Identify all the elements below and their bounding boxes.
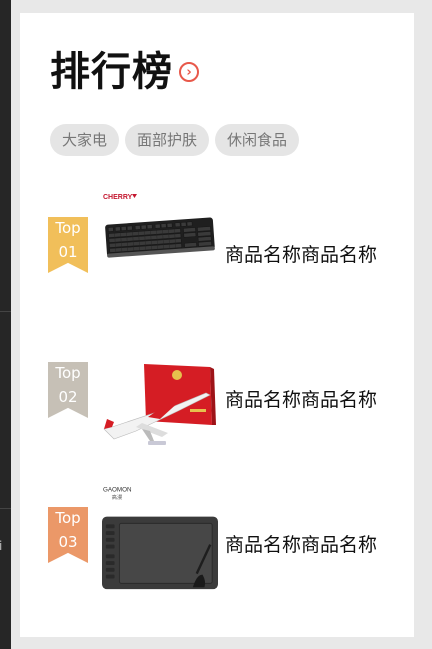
brand-logo: CHERRY — [103, 194, 133, 201]
ranking-header: 排行榜 › — [50, 50, 199, 94]
category-tab-skincare[interactable]: 面部护肤 — [125, 124, 210, 156]
ranking-item[interactable]: Top 03 GAOMON 高漫 商品名称商品名称 — [20, 473, 414, 590]
product-name[interactable]: 商品名称商品名称 — [225, 242, 377, 268]
rank-number: 02 — [58, 388, 78, 406]
ranking-card: 排行榜 › 大家电 面部护肤 休闲食品 Top 01 CHERRY 商品名称商品… — [20, 13, 414, 637]
rank-ribbon: Top 02 — [48, 362, 88, 418]
page-title: 排行榜 — [50, 49, 173, 95]
brand-logo: GAOMON — [103, 487, 132, 494]
product-name[interactable]: 商品名称商品名称 — [225, 387, 377, 413]
rank-number: 03 — [58, 533, 78, 551]
rank-ribbon: Top 03 — [48, 507, 88, 563]
ranking-item[interactable]: Top 02 商品名称商品名称 — [20, 351, 414, 451]
rank-ribbon: Top 01 — [48, 217, 88, 273]
drawing-tablet-product-image[interactable]: GAOMON 高漫 — [102, 479, 218, 591]
brand-logo: 高漫 — [112, 493, 123, 501]
divider — [0, 508, 11, 509]
left-panel-edge: i — [0, 0, 11, 649]
rank-number: 01 — [58, 243, 78, 261]
divider — [0, 311, 11, 312]
product-name[interactable]: 商品名称商品名称 — [225, 532, 377, 558]
keyboard-product-image[interactable]: CHERRY — [102, 188, 218, 283]
category-tabs: 大家电 面部护肤 休闲食品 — [50, 124, 300, 156]
ranking-item[interactable]: Top 01 CHERRY 商品名称商品名称 — [20, 188, 414, 288]
rank-label: Top — [55, 219, 81, 237]
rank-label: Top — [55, 509, 81, 527]
rank-label: Top — [55, 364, 81, 382]
truncated-text: i — [0, 539, 3, 553]
category-tab-appliances[interactable]: 大家电 — [50, 124, 120, 156]
chevron-right-circle-icon[interactable]: › — [179, 62, 199, 82]
category-tab-snacks[interactable]: 休闲食品 — [215, 124, 300, 156]
airplane-model-product-image[interactable] — [102, 359, 218, 451]
